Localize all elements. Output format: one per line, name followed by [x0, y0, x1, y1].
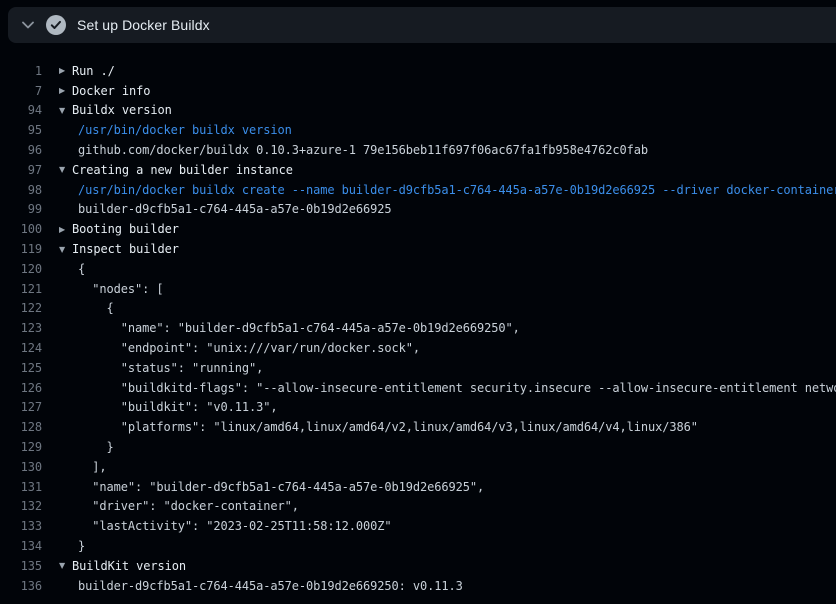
group-title: Docker info — [72, 84, 150, 98]
line-number[interactable]: 119 — [0, 242, 42, 256]
group-title: Buildx version — [72, 103, 172, 117]
output-text: "driver": "docker-container", — [72, 499, 299, 513]
line-number[interactable]: 96 — [0, 143, 42, 157]
line-number[interactable]: 99 — [0, 202, 42, 216]
line-number[interactable]: 122 — [0, 301, 42, 315]
line-number[interactable]: 124 — [0, 341, 42, 355]
log-row-95: 95/usr/bin/docker buildx version — [0, 120, 836, 140]
output-text: "name": "builder-d9cfb5a1-c764-445a-a57e… — [72, 321, 520, 335]
log-viewer[interactable]: 1▶Run ./7▶Docker info94▼Buildx version95… — [0, 43, 836, 604]
line-number[interactable]: 126 — [0, 381, 42, 395]
group-title: Booting builder — [72, 222, 179, 236]
step-header[interactable]: Set up Docker Buildx — [8, 7, 836, 43]
log-row-128: 128 "platforms": "linux/amd64,linux/amd6… — [0, 417, 836, 437]
log-row-97[interactable]: 97 ▼Creating a new builder instance — [0, 160, 836, 180]
output-text: } — [72, 440, 114, 454]
output-text: builder-d9cfb5a1-c764-445a-a57e-0b19d2e6… — [72, 579, 463, 593]
line-number[interactable]: 128 — [0, 420, 42, 434]
line-number[interactable]: 129 — [0, 440, 42, 454]
line-number[interactable]: 130 — [0, 460, 42, 474]
group-expanded-arrow-icon[interactable]: ▼ — [59, 561, 72, 570]
log-row-99: 99 builder-d9cfb5a1-c764-445a-a57e-0b19d2… — [0, 200, 836, 220]
log-row-96: 96 github.com/docker/buildx 0.10.3+azure-… — [0, 140, 836, 160]
log-row-133: 133 "lastActivity": "2023-02-25T11:58:12… — [0, 516, 836, 536]
log-row-132: 132 "driver": "docker-container", — [0, 497, 836, 517]
output-text: github.com/docker/buildx 0.10.3+azure-1 … — [72, 143, 648, 157]
log-row-100[interactable]: 100 ▶Booting builder — [0, 219, 836, 239]
output-text: "buildkit": "v0.11.3", — [72, 400, 278, 414]
line-number[interactable]: 132 — [0, 499, 42, 513]
line-number[interactable]: 120 — [0, 262, 42, 276]
command-text: /usr/bin/docker buildx version — [72, 123, 292, 137]
group-collapsed-arrow-icon[interactable]: ▶ — [59, 66, 72, 75]
log-row-122: 122 { — [0, 299, 836, 319]
log-row-123: 123 "name": "builder-d9cfb5a1-c764-445a-… — [0, 318, 836, 338]
line-number[interactable]: 123 — [0, 321, 42, 335]
output-text: "endpoint": "unix:///var/run/docker.sock… — [72, 341, 420, 355]
group-collapsed-arrow-icon[interactable]: ▶ — [59, 86, 72, 95]
output-text: { — [72, 262, 85, 276]
log-row-126: 126 "buildkitd-flags": "--allow-insecure… — [0, 378, 836, 398]
step-title: Set up Docker Buildx — [77, 17, 210, 33]
line-number[interactable]: 125 — [0, 361, 42, 375]
log-row-129: 129 } — [0, 437, 836, 457]
group-expanded-arrow-icon[interactable]: ▼ — [59, 245, 72, 254]
line-number[interactable]: 133 — [0, 519, 42, 533]
line-number[interactable]: 127 — [0, 400, 42, 414]
check-circle-icon — [46, 15, 66, 35]
group-collapsed-arrow-icon[interactable]: ▶ — [59, 225, 72, 234]
log-row-131: 131 "name": "builder-d9cfb5a1-c764-445a-… — [0, 477, 836, 497]
output-text: } — [72, 539, 85, 553]
line-number[interactable]: 131 — [0, 480, 42, 494]
line-number[interactable]: 135 — [0, 559, 42, 573]
log-row-98: 98/usr/bin/docker buildx create --name b… — [0, 180, 836, 200]
log-row-7[interactable]: 7 ▶Docker info — [0, 81, 836, 101]
command-text: /usr/bin/docker buildx create --name bui… — [72, 183, 836, 197]
log-row-134: 134} — [0, 536, 836, 556]
log-row-119[interactable]: 119 ▼Inspect builder — [0, 239, 836, 259]
log-row-127: 127 "buildkit": "v0.11.3", — [0, 398, 836, 418]
log-row-130: 130 ], — [0, 457, 836, 477]
output-text: "buildkitd-flags": "--allow-insecure-ent… — [72, 381, 836, 395]
group-expanded-arrow-icon[interactable]: ▼ — [59, 165, 72, 174]
line-number[interactable]: 98 — [0, 183, 42, 197]
output-text: ], — [72, 460, 107, 474]
line-number[interactable]: 136 — [0, 579, 42, 593]
group-title: Run ./ — [72, 64, 115, 78]
output-text: { — [72, 301, 114, 315]
line-number[interactable]: 94 — [0, 103, 42, 117]
output-text: "name": "builder-d9cfb5a1-c764-445a-a57e… — [72, 480, 484, 494]
output-text: "platforms": "linux/amd64,linux/amd64/v2… — [72, 420, 698, 434]
log-row-136: 136 builder-d9cfb5a1-c764-445a-a57e-0b19d… — [0, 576, 836, 596]
group-title: Creating a new builder instance — [72, 163, 293, 177]
output-text: "nodes": [ — [72, 282, 164, 296]
group-title: BuildKit version — [72, 559, 186, 573]
log-row-125: 125 "status": "running", — [0, 358, 836, 378]
chevron-down-icon[interactable] — [21, 18, 35, 32]
line-number[interactable]: 100 — [0, 222, 42, 236]
line-number[interactable]: 121 — [0, 282, 42, 296]
log-row-135[interactable]: 135 ▼BuildKit version — [0, 556, 836, 576]
log-row-121: 121 "nodes": [ — [0, 279, 836, 299]
log-row-124: 124 "endpoint": "unix:///var/run/docker.… — [0, 338, 836, 358]
log-row-94[interactable]: 94 ▼Buildx version — [0, 101, 836, 121]
line-number[interactable]: 7 — [0, 84, 42, 98]
output-text: builder-d9cfb5a1-c764-445a-a57e-0b19d2e6… — [72, 202, 391, 216]
output-text: "status": "running", — [72, 361, 263, 375]
group-expanded-arrow-icon[interactable]: ▼ — [59, 106, 72, 115]
group-title: Inspect builder — [72, 242, 179, 256]
log-row-1[interactable]: 1 ▶Run ./ — [0, 61, 836, 81]
line-number[interactable]: 1 — [0, 64, 42, 78]
log-row-120: 120 { — [0, 259, 836, 279]
line-number[interactable]: 97 — [0, 163, 42, 177]
line-number[interactable]: 95 — [0, 123, 42, 137]
line-number[interactable]: 134 — [0, 539, 42, 553]
output-text: "lastActivity": "2023-02-25T11:58:12.000… — [72, 519, 391, 533]
